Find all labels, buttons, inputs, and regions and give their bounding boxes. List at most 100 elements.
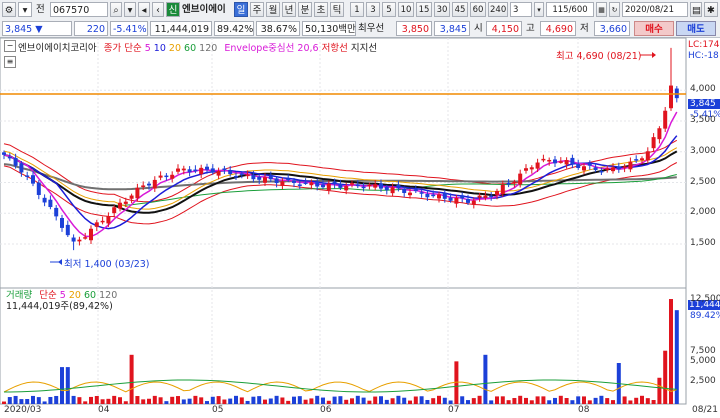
volume-bar [2, 401, 6, 404]
volume-bar [106, 398, 111, 404]
volume-bar [396, 395, 401, 404]
volume-bar [158, 397, 163, 404]
volume-bar [489, 400, 494, 404]
volume-bar [570, 400, 575, 404]
volume-bar [187, 398, 192, 404]
volume-bar [611, 400, 615, 404]
volume-bar [442, 397, 447, 404]
volume-bar [645, 398, 650, 404]
volume-bar [268, 398, 273, 404]
volume-bar [402, 397, 407, 404]
volume-bar [297, 396, 302, 404]
volume-bar [239, 397, 244, 404]
volume-bar [471, 398, 476, 404]
volume-bar [425, 399, 430, 404]
volume-bar [257, 396, 262, 404]
lc-label: LC:174 [688, 40, 720, 50]
volume-bar [222, 399, 227, 404]
volume-bar [669, 299, 673, 404]
price-legend: 엔브이에이치코리아 종가 단순 5 10 20 60 120 Envelope중… [10, 40, 377, 54]
volume-bar [495, 396, 499, 404]
price-axis-label: 2,500 [690, 176, 716, 187]
volume-bar [361, 397, 366, 404]
volume-bar [657, 377, 662, 404]
volume-bar [640, 395, 644, 404]
volume-bar [193, 395, 198, 404]
volume-bar [605, 398, 610, 404]
list-icon[interactable]: ≡ [4, 56, 16, 68]
volume-bar [147, 398, 151, 404]
volume-bar [599, 395, 604, 404]
volume-bar [558, 395, 563, 404]
volume-bar [77, 397, 82, 404]
volume-bar [303, 399, 308, 404]
volume-bar [292, 396, 296, 404]
volume-bar [587, 400, 592, 404]
volume-bar [634, 397, 639, 404]
volume-bar [48, 396, 53, 404]
volume-bar [123, 401, 128, 404]
date-axis-label: 04 [98, 405, 110, 415]
volume-bar [36, 397, 41, 404]
volume-bar [437, 395, 441, 404]
price-axis-label: 3,500 [690, 115, 716, 125]
volume-bar [228, 398, 233, 404]
volume-bar [547, 400, 552, 404]
volume-bar [25, 398, 30, 404]
price-axis-label: 1,500 [690, 238, 716, 248]
volume-bar [31, 395, 35, 404]
volume-bar [483, 354, 488, 404]
volume-bar [466, 400, 470, 404]
volume-bar [164, 401, 169, 404]
volume-bar [576, 396, 581, 404]
volume-axis-label: 2,500 [690, 376, 716, 386]
legend-resist: 저항선 [321, 43, 348, 54]
volume-bar [286, 400, 291, 404]
volume-bar [553, 397, 557, 404]
legend-support: 지지선 [350, 43, 378, 54]
volume-bar [500, 396, 505, 404]
volume-bar [54, 395, 59, 404]
volume-bar [94, 395, 99, 404]
volume-bar [199, 397, 204, 404]
date-axis-label: 08/21 [692, 405, 718, 415]
volume-bar [71, 395, 76, 404]
volume-bar [460, 396, 465, 404]
volume-bar [350, 398, 354, 404]
volume-axis-label: 5,000 [690, 356, 716, 366]
volume-bar [234, 395, 238, 404]
volume-bar [216, 396, 221, 404]
volume-axis-label: 7,500 [690, 346, 716, 356]
legend-ma120: 120 [199, 43, 218, 54]
volume-bar [170, 396, 175, 404]
volume-bar [541, 396, 546, 404]
volume-bar [129, 354, 134, 404]
legend-envelope: Envelope중심선 20,6 [224, 43, 319, 54]
volume-bar [251, 396, 256, 404]
legend-ma60: 60 [184, 43, 197, 54]
volume-bar [315, 395, 320, 404]
volume-bar [628, 400, 633, 404]
date-axis-label: 08 [578, 405, 590, 415]
volume-bar [512, 398, 517, 404]
date-axis-label: 07 [448, 405, 460, 415]
volume-bar [663, 350, 668, 404]
volume-bar [176, 396, 180, 404]
legend-ma5: 5 [144, 43, 151, 54]
legend-stock-name: 엔브이에이치코리아 [18, 43, 97, 54]
volume-bar [524, 397, 528, 404]
volume-bar [13, 395, 18, 404]
volume-bar [210, 396, 215, 404]
volume-axis-label: 12,500 [690, 294, 720, 304]
volume-bar [205, 401, 209, 404]
volume-bar [582, 396, 586, 404]
volume-bar [593, 397, 598, 404]
legend-ma10: 10 [153, 43, 166, 54]
volume-bar [413, 396, 418, 404]
volume-bar [332, 396, 337, 404]
volume-bar [19, 399, 24, 404]
volume-bar [506, 400, 511, 404]
volume-bar [379, 396, 383, 404]
legend-ma-label: 종가 단순 [103, 43, 142, 54]
legend-ma20: 20 [168, 43, 182, 54]
